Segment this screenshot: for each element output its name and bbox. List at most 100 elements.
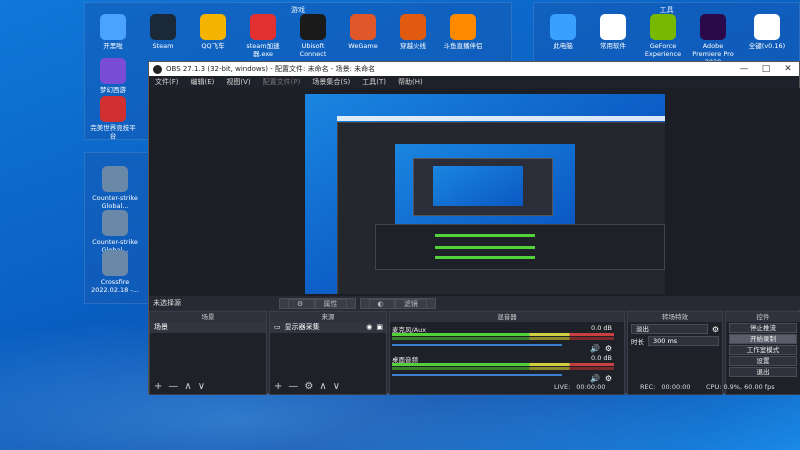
sources-dock: 来源 ▭ 显示器采集 ◉ ▣ + — ⚙ ∧ ∨: [269, 311, 387, 395]
desktop-shortcut[interactable]: 全键(v0.16): [742, 14, 792, 50]
preview-desktop-capture: [305, 94, 665, 294]
volume-slider[interactable]: [392, 374, 562, 376]
gear-icon[interactable]: ⚙: [605, 344, 612, 353]
menu-profile[interactable]: 配置文件(P): [263, 77, 301, 87]
settings-button[interactable]: 设置: [729, 356, 797, 366]
remove-scene-icon[interactable]: —: [168, 381, 178, 392]
desktop-shortcut-label: 常用软件: [600, 42, 626, 50]
gear-icon[interactable]: ⚙: [605, 374, 612, 383]
close-button[interactable]: ✕: [777, 64, 799, 74]
menu-scene-collection[interactable]: 场景集合(S): [312, 77, 350, 87]
desktop-shortcut[interactable]: 梦幻西游: [88, 58, 138, 94]
transition-select[interactable]: 淡出: [631, 324, 708, 334]
rec-label: REC:: [640, 383, 656, 391]
desktop-shortcut[interactable]: WeGame: [338, 14, 388, 50]
transitions-dock-title: 转场特效: [628, 312, 722, 322]
desktop-shortcut-label: Counter-strike Global...: [92, 194, 138, 210]
add-scene-icon[interactable]: +: [154, 381, 162, 392]
track-db: 0.0 dB: [591, 354, 612, 362]
audio-meter: [392, 367, 614, 370]
douyu-icon: [450, 14, 476, 40]
studio-mode-button[interactable]: 工作室模式: [729, 345, 797, 355]
desktop-shortcut-label: steam加速器.exe: [246, 42, 280, 58]
obs-title: OBS 27.1.3 (32-bit, windows) - 配置文件: 未命名…: [166, 65, 376, 73]
obs-window[interactable]: OBS 27.1.3 (32-bit, windows) - 配置文件: 未命名…: [148, 61, 800, 395]
ubisoft-icon: [300, 14, 326, 40]
stop-streaming-button[interactable]: 停止推流: [729, 323, 797, 333]
menu-file[interactable]: 文件(F): [155, 77, 179, 87]
move-up-icon[interactable]: ∧: [319, 381, 326, 392]
folder-icon: [600, 14, 626, 40]
obs-logo-icon: [153, 64, 162, 74]
scene-item[interactable]: 场景: [150, 322, 266, 333]
desktop-shortcut-label: Crossfire 2022.02.18 -...: [91, 278, 139, 294]
obs-preview[interactable]: [149, 88, 800, 296]
desktop-shortcut[interactable]: Crossfire 2022.02.18 -...: [90, 250, 140, 294]
desktop-shortcut[interactable]: 常用软件: [588, 14, 638, 50]
status-cpu: CPU: 0.9%, 60.00 fps: [706, 383, 775, 391]
geforce-icon: [650, 14, 676, 40]
remove-source-icon[interactable]: —: [288, 381, 298, 392]
desktop-shortcut[interactable]: 穿越火线: [388, 14, 438, 50]
desktop-shortcut[interactable]: 开黑啦: [88, 14, 138, 50]
move-up-icon[interactable]: ∧: [184, 381, 191, 392]
desktop-shortcut-label: 完美世界竞技平台: [90, 124, 136, 140]
desktop-shortcut-label: GeForce Experience: [644, 42, 682, 58]
desktop-shortcut[interactable]: GeForce Experience: [638, 14, 688, 58]
sources-dock-title: 来源: [270, 312, 386, 322]
speaker-icon[interactable]: 🔊: [590, 374, 600, 383]
filter-icon: ◐: [368, 298, 395, 309]
desktop-shortcut[interactable]: steam加速器.exe: [238, 14, 288, 58]
desktop-shortcut[interactable]: Ubisoft Connect: [288, 14, 338, 58]
move-down-icon[interactable]: ∨: [333, 381, 340, 392]
move-down-icon[interactable]: ∨: [198, 381, 205, 392]
start-recording-button[interactable]: 开始录制: [729, 334, 797, 344]
audio-meter: [392, 337, 614, 340]
lock-icon[interactable]: ▣: [376, 322, 383, 333]
cs-shortcut-icon: [102, 210, 128, 236]
scenes-dock: 场景 场景 + — ∧ ∨: [149, 311, 267, 395]
obs-titlebar[interactable]: OBS 27.1.3 (32-bit, windows) - 配置文件: 未命名…: [149, 62, 799, 76]
menu-help[interactable]: 帮助(H): [398, 77, 423, 87]
menghuan-icon: [100, 58, 126, 84]
mixer-track: 麦克风/Aux 0.0 dB 🔊 ⚙: [392, 324, 614, 353]
desktop-shortcut-label: 梦幻西游: [100, 86, 126, 94]
menu-edit[interactable]: 编辑(E): [191, 77, 215, 87]
properties-button[interactable]: ⚙ 属性: [279, 297, 356, 309]
desktop-shortcut[interactable]: Counter-strike Global...: [90, 210, 140, 254]
gear-icon[interactable]: ⚙: [712, 325, 719, 334]
chat-bubble-icon: [100, 14, 126, 40]
desktop-shortcut[interactable]: Counter-strike Global...: [90, 166, 140, 210]
steam-icon: [150, 14, 176, 40]
desktop-shortcut[interactable]: Adobe Premiere Pro 2020: [688, 14, 738, 66]
menu-tools[interactable]: 工具(T): [362, 77, 386, 87]
accelerator-icon: [250, 14, 276, 40]
source-settings-icon[interactable]: ⚙: [304, 381, 313, 392]
source-item[interactable]: ▭ 显示器采集 ◉ ▣: [270, 322, 386, 333]
status-rec: REC: 00:00:00: [640, 383, 691, 395]
maximize-button[interactable]: □: [755, 64, 777, 74]
speaker-icon[interactable]: 🔊: [590, 344, 600, 353]
eye-icon[interactable]: ◉: [366, 322, 372, 333]
desktop-shortcut[interactable]: Steam: [138, 14, 188, 50]
wegame-icon: [350, 14, 376, 40]
crossfire-icon: [400, 14, 426, 40]
audio-meter: [392, 363, 614, 366]
obs-menubar: 文件(F) 编辑(E) 视图(V) 配置文件(P) 场景集合(S) 工具(T) …: [149, 76, 799, 88]
desktop-shortcut[interactable]: 斗鱼直播伴侣: [438, 14, 488, 50]
add-source-icon[interactable]: +: [274, 381, 282, 392]
track-name: 麦克风/Aux: [392, 326, 427, 334]
volume-slider[interactable]: [392, 344, 562, 346]
minimize-button[interactable]: —: [733, 64, 755, 74]
duration-input[interactable]: 300 ms: [648, 336, 719, 346]
filters-button[interactable]: ◐ 滤镜: [359, 297, 436, 309]
desktop-shortcut[interactable]: 完美世界竞技平台: [88, 96, 138, 140]
desktop-shortcut[interactable]: 此电脑: [538, 14, 588, 50]
desktop-shortcut-label: 全键(v0.16): [748, 42, 786, 50]
exit-button[interactable]: 退出: [729, 367, 797, 377]
menu-view[interactable]: 视图(V): [226, 77, 250, 87]
desktop-shortcut-label: WeGame: [348, 42, 378, 50]
rec-time: 00:00:00: [661, 383, 691, 391]
duration-label: 时长: [631, 338, 644, 346]
desktop-shortcut[interactable]: QQ飞车: [188, 14, 238, 50]
